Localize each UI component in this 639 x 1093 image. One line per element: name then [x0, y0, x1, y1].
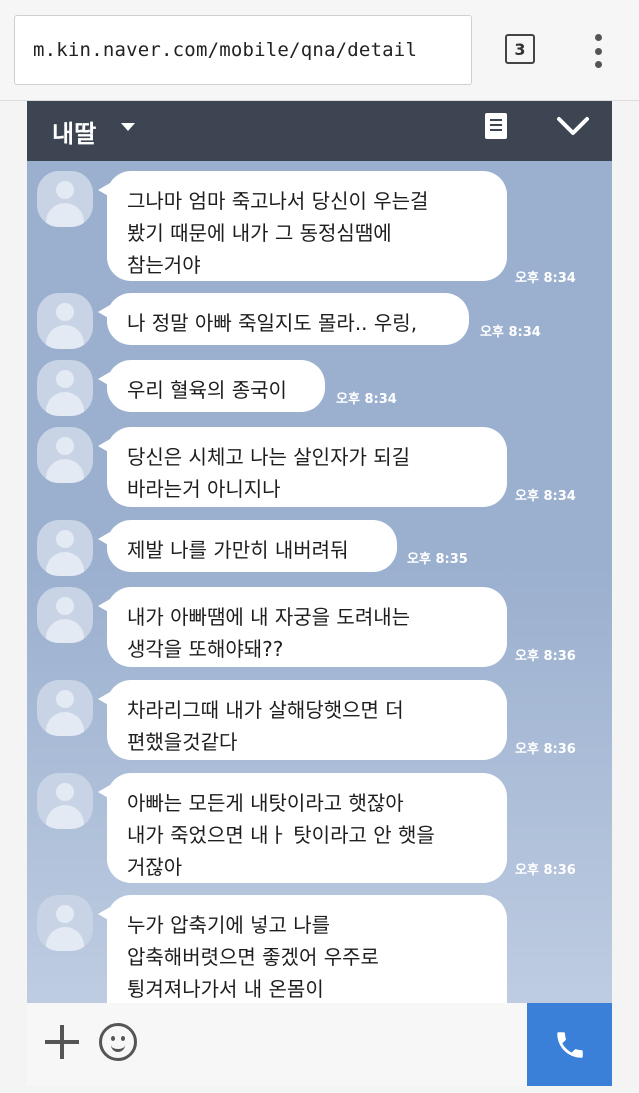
more-menu-icon[interactable]	[590, 34, 606, 68]
profile-avatar-icon[interactable]	[37, 773, 93, 829]
tab-count-icon[interactable]: 3	[505, 34, 535, 64]
profile-avatar-icon[interactable]	[37, 293, 93, 349]
message-list[interactable]: 그나마 엄마 죽고나서 당신이 우는걸 봤기 때문에 내가 그 동정심땜에 참는…	[27, 161, 612, 1003]
profile-avatar-icon[interactable]	[37, 171, 93, 227]
message-input-bar	[27, 1003, 612, 1086]
collapse-chevron-icon[interactable]	[555, 111, 591, 141]
browser-toolbar: m.kin.naver.com/mobile/qna/detail 3	[0, 0, 639, 101]
message-bubble: 아빠는 모든게 내탓이라고 햇잖아 내가 죽었으면 내ㅏ 탓이라고 안 햇을 거…	[98, 773, 507, 883]
plus-icon[interactable]	[45, 1025, 79, 1059]
profile-avatar-icon[interactable]	[37, 360, 93, 416]
emoji-icon[interactable]	[99, 1023, 137, 1061]
profile-avatar-icon[interactable]	[37, 587, 93, 643]
message-bubble: 그나마 엄마 죽고나서 당신이 우는걸 봤기 때문에 내가 그 동정심땜에 참는…	[98, 171, 507, 281]
message-bubble: 차라리그때 내가 살해당햇으면 더 편했을것같다	[98, 680, 507, 760]
message-bubble: 우리 혈육의 종국이	[98, 360, 325, 412]
message-time: 오후 8:36	[515, 649, 576, 664]
message-time: 오후 8:34	[515, 271, 576, 286]
message-time: 오후 8:34	[515, 489, 576, 504]
profile-avatar-icon[interactable]	[37, 895, 93, 951]
message-bubble: 당신은 시체고 나는 살인자가 되길 바라는거 아니지나	[98, 427, 507, 507]
message-time: 오후 8:34	[480, 325, 541, 340]
document-icon[interactable]	[485, 113, 507, 139]
message-time: 오후 8:36	[515, 742, 576, 757]
phone-icon	[556, 1031, 583, 1058]
call-button[interactable]	[527, 1003, 612, 1086]
message-bubble: 나 정말 아빠 죽일지도 몰라.. 우링,	[98, 293, 469, 345]
url-text: m.kin.naver.com/mobile/qna/detail	[33, 39, 418, 61]
message-bubble: 내가 아빠땜에 내 자궁을 도려내는 생각을 또해야돼??	[98, 587, 507, 667]
message-time: 오후 8:34	[336, 392, 397, 407]
message-time: 오후 8:35	[407, 552, 468, 567]
profile-avatar-icon[interactable]	[37, 427, 93, 483]
message-bubble: 제발 나를 가만히 내버려둬	[98, 520, 397, 572]
address-bar[interactable]: m.kin.naver.com/mobile/qna/detail	[14, 15, 472, 85]
profile-avatar-icon[interactable]	[37, 680, 93, 736]
message-time: 오후 8:36	[515, 863, 576, 878]
chat-window: 내딸 그나마 엄마 죽고나서 당신이 우는걸 봤기 때문에 내가 그 동정심땜에…	[27, 101, 612, 1086]
dropdown-caret-icon[interactable]	[121, 123, 135, 131]
profile-avatar-icon[interactable]	[37, 520, 93, 576]
message-bubble: 누가 압축기에 넣고 나를 압축해버렷으면 좋겠어 우주로 튕겨져나가서 내 온…	[98, 895, 507, 1003]
chat-header: 내딸	[27, 101, 612, 161]
chat-room-title[interactable]: 내딸	[52, 114, 96, 149]
